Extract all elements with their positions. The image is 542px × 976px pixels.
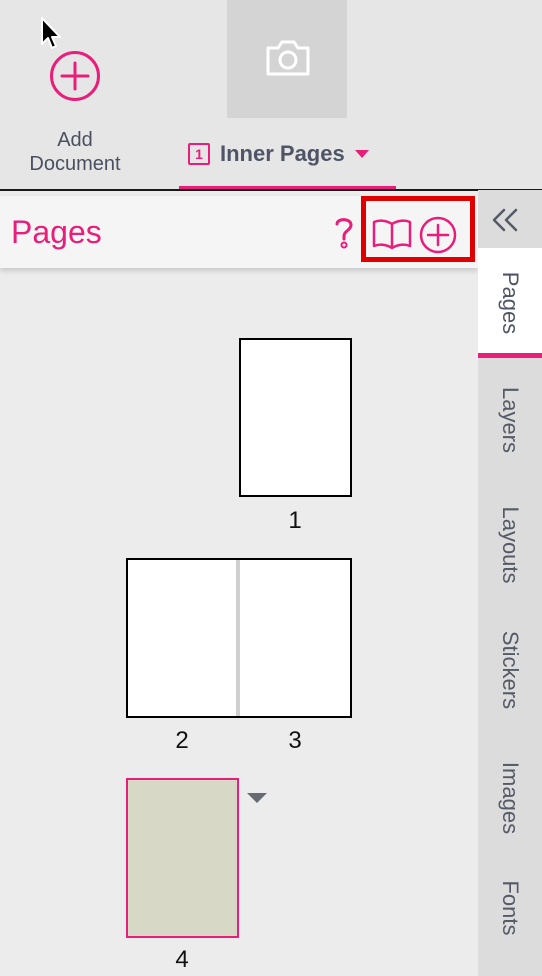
tab-content: 1 Inner Pages	[188, 140, 369, 168]
page-thumbnail-1[interactable]	[239, 338, 352, 497]
page-number-badge: 1	[188, 143, 210, 165]
add-document-label-line1: Add	[57, 129, 93, 151]
side-tab-pages[interactable]: Pages	[478, 248, 542, 358]
side-tab-label: Stickers	[498, 630, 523, 710]
toolbar-divider	[0, 189, 542, 191]
tab-inner-pages[interactable]: 1 Inner Pages	[179, 130, 396, 190]
camera-button[interactable]	[227, 0, 347, 118]
add-document-label: Add Document	[15, 128, 135, 176]
page-thumbnail-2[interactable]	[126, 558, 239, 718]
side-tab-fonts[interactable]: Fonts	[478, 868, 542, 948]
book-icon[interactable]	[372, 218, 412, 250]
side-tab-label: Images	[498, 761, 523, 834]
page-number-label: 2	[175, 727, 189, 754]
side-tab-layers[interactable]: Layers	[478, 370, 542, 470]
add-page-icon[interactable]	[418, 215, 458, 255]
camera-icon	[266, 40, 310, 76]
side-tab-stickers[interactable]: Stickers	[478, 615, 542, 725]
add-document-button[interactable]: Add Document	[15, 50, 135, 176]
add-document-label-line2: Document	[29, 153, 121, 175]
side-tab-label: Layers	[498, 386, 523, 454]
plus-circle-icon	[50, 51, 100, 101]
mouse-pointer-icon	[41, 17, 61, 49]
top-toolbar: Add Document 1 Inner Pages	[0, 0, 542, 190]
page-number-label: 4	[175, 946, 189, 973]
page-number-label: 1	[288, 507, 302, 534]
page-thumbnail-3[interactable]	[238, 558, 352, 718]
side-tab-label: Fonts	[498, 880, 523, 936]
active-tab-indicator	[478, 353, 542, 358]
side-tab-label: Pages	[498, 271, 523, 335]
page-number-label: 3	[288, 727, 302, 754]
side-tab-layouts[interactable]: Layouts	[478, 490, 542, 600]
panel-title: Pages	[11, 214, 102, 250]
double-chevron-left-icon[interactable]	[478, 196, 542, 248]
page-thumbnail-4-selected[interactable]	[126, 778, 239, 938]
tab-label: Inner Pages	[220, 141, 345, 166]
side-tab-images[interactable]: Images	[478, 745, 542, 850]
spread-spine	[236, 560, 240, 716]
side-tab-label: Layouts	[498, 506, 523, 584]
caret-down-icon[interactable]	[354, 150, 369, 158]
app-root: Add Document 1 Inner Pages Pages Pages L…	[0, 0, 542, 976]
help-icon[interactable]	[330, 214, 358, 250]
page-options-caret-icon[interactable]	[247, 793, 267, 803]
